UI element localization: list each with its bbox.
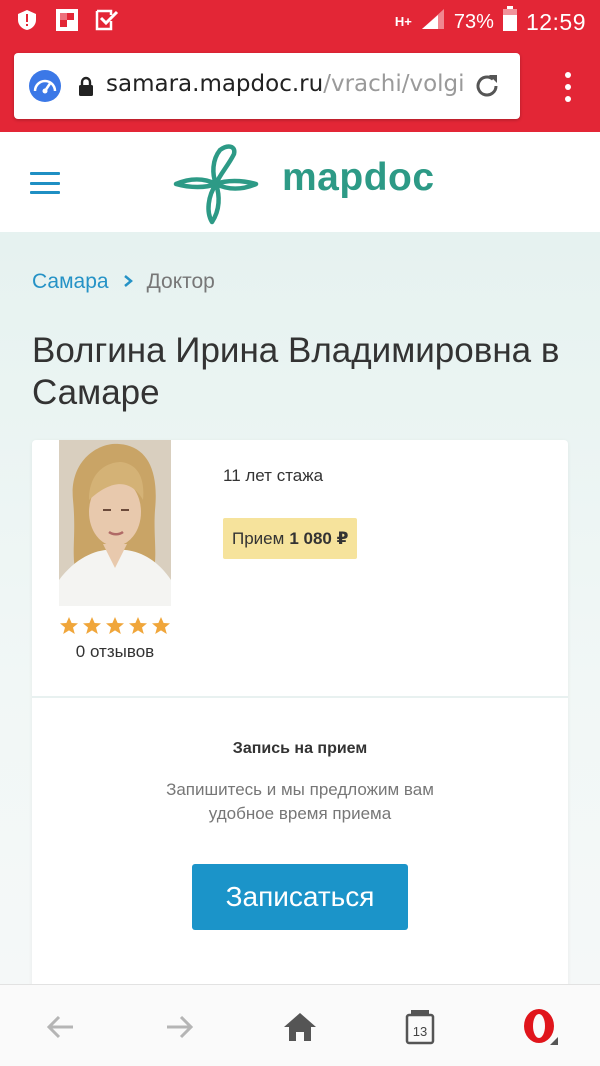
speed-dial-icon[interactable] [28, 69, 62, 103]
page-title: Волгина Ирина Владимировна в Самаре [32, 331, 560, 412]
signal-icon [420, 8, 446, 36]
star-icon [105, 616, 125, 636]
browser-bottom-nav: 13 [0, 984, 600, 1066]
breadcrumb-city-link[interactable]: Самара [32, 270, 109, 294]
lock-icon [78, 76, 94, 96]
breadcrumb-current: Доктор [146, 270, 215, 293]
reload-icon[interactable] [472, 71, 502, 101]
logo-text[interactable]: mapdoc [282, 156, 435, 200]
battery-percent: 73% [453, 10, 494, 33]
browser-toolbar: samara.mapdoc.ru/vrachi/volgin [0, 40, 600, 132]
url-text[interactable]: samara.mapdoc.ru/vrachi/volgin [106, 71, 466, 97]
doctor-card: 0 отзывов 11 лет стажа Прием 1 080 ₽ Зап… [32, 440, 568, 1000]
clock: 12:59 [525, 8, 586, 35]
overflow-menu-icon[interactable] [564, 72, 572, 102]
mapdoc-logo-icon[interactable] [172, 140, 260, 228]
forward-icon[interactable] [160, 1007, 200, 1047]
address-bar[interactable]: samara.mapdoc.ru/vrachi/volgin [14, 53, 520, 119]
checkbox-icon [94, 7, 120, 33]
price-value: 1 080 ₽ [289, 528, 349, 548]
card-divider [32, 696, 568, 698]
url-path: /vrachi/volgin [323, 71, 466, 97]
star-icon [82, 616, 102, 636]
site-header: mapdoc [0, 132, 600, 232]
star-icon [59, 616, 79, 636]
opera-menu-icon[interactable] [520, 1007, 560, 1047]
rating-stars [59, 616, 171, 636]
experience-text: 11 лет стажа [223, 466, 324, 485]
hamburger-menu-icon[interactable] [30, 172, 60, 194]
book-appointment-button[interactable]: Записаться [192, 864, 408, 930]
price-badge: Прием 1 080 ₽ [223, 518, 358, 559]
appointment-text: Запишитесь и мы предложим вам удобное вр… [166, 780, 434, 823]
tabs-count: 13 [412, 1023, 428, 1039]
back-icon[interactable] [40, 1007, 80, 1047]
url-host: samara.mapdoc.ru [106, 71, 324, 97]
network-type: H+ [394, 14, 412, 29]
shield-alert-icon [14, 7, 40, 33]
appointment-title: Запись на прием [232, 740, 368, 757]
tabs-icon[interactable]: 13 [400, 1007, 440, 1047]
chevron-right-icon [123, 272, 133, 293]
breadcrumb: Самара Доктор [32, 270, 215, 294]
home-icon[interactable] [280, 1007, 320, 1047]
star-icon [151, 616, 171, 636]
price-label: Прием [232, 528, 285, 548]
status-bar: H+ 73% 12:59 [0, 0, 600, 40]
reviews-count[interactable]: 0 отзывов [32, 642, 198, 662]
star-icon [128, 616, 148, 636]
battery-icon [502, 6, 518, 38]
flipboard-icon [54, 7, 80, 33]
doctor-photo[interactable] [59, 440, 171, 606]
